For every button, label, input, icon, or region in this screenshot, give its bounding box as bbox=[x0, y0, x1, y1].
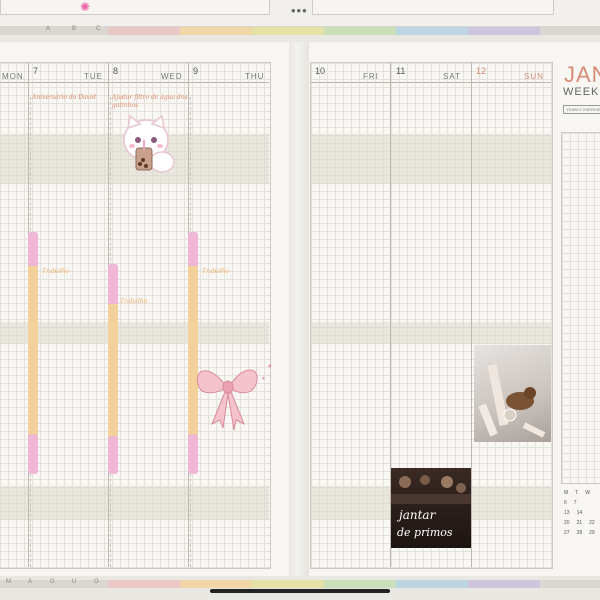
work-bar-cap-bottom-thu bbox=[188, 434, 198, 474]
dinner-photo-sticker[interactable]: jantar de primos bbox=[391, 468, 471, 548]
day-number-12: 12 bbox=[476, 66, 487, 76]
work-label-wed: Trabalho bbox=[120, 298, 148, 305]
day-name-sun: SUN bbox=[524, 72, 544, 81]
day-name-thu: THU bbox=[245, 72, 265, 81]
more-options-button[interactable]: ••• bbox=[291, 3, 308, 18]
work-bar-cap-top-tue bbox=[28, 232, 38, 268]
day-number-9: 9 bbox=[193, 66, 199, 76]
work-bar-cap-top-wed bbox=[108, 264, 118, 306]
day-number-11: 11 bbox=[396, 66, 406, 76]
sidebar-notes-grid[interactable] bbox=[561, 132, 600, 484]
work-bar-tue[interactable] bbox=[28, 266, 38, 436]
work-label-tue: Trabalho bbox=[42, 268, 70, 275]
cat-photo-sticker[interactable] bbox=[474, 345, 551, 442]
right-page: 10 FRI 11 SAT 12 SUN jantar de primos bbox=[309, 42, 600, 576]
binding-gutter bbox=[289, 42, 309, 576]
work-bar-cap-bottom-tue bbox=[28, 434, 38, 474]
planner-spread: MON 7 TUE 8 WED 9 THU Aniversário do Dav… bbox=[0, 42, 600, 576]
note-water-filter[interactable]: Ajudar filtro de água dos gatinhos bbox=[112, 94, 188, 110]
day-number-7: 7 bbox=[33, 66, 39, 76]
work-label-thu: Trabalho bbox=[202, 268, 230, 275]
svg-text:♥: ♥ bbox=[262, 376, 265, 382]
day-name-wed: WED bbox=[161, 72, 183, 81]
work-bar-cap-bottom-wed bbox=[108, 436, 118, 474]
day-name-tue: TUE bbox=[84, 72, 103, 81]
left-page: MON 7 TUE 8 WED 9 THU Aniversário do Dav… bbox=[0, 42, 289, 576]
home-indicator[interactable] bbox=[210, 589, 390, 593]
day-name-sat: SAT bbox=[443, 72, 461, 81]
top-toolbar: ✺ ••• bbox=[0, 0, 600, 27]
previous-page-edge-right bbox=[312, 0, 554, 15]
photo-caption-line1: jantar bbox=[399, 508, 436, 522]
pink-bow-sticker-icon[interactable]: ♥ ♥ ♡ bbox=[190, 354, 280, 436]
mini-calendar[interactable]: MTW 67 13 14 20 21 22 27 28 29 bbox=[564, 490, 595, 540]
weekly-label: WEEK bbox=[563, 86, 600, 98]
photo-caption-line2: de primos bbox=[397, 526, 453, 539]
kitten-boba-sticker-icon[interactable] bbox=[116, 114, 184, 176]
day-name-fri: FRI bbox=[363, 72, 379, 81]
yearly-overview-button[interactable]: YEARLY OVERVIEW bbox=[563, 105, 600, 114]
tab-strip-bottom[interactable]: M A G U O bbox=[0, 579, 600, 588]
flower-sticker-icon: ✺ bbox=[80, 0, 91, 14]
month-title: JAN bbox=[564, 62, 600, 87]
day-number-8: 8 bbox=[113, 66, 119, 76]
svg-text:♥: ♥ bbox=[268, 364, 272, 370]
day-number-10: 10 bbox=[315, 66, 326, 76]
svg-text:♡: ♡ bbox=[256, 368, 260, 373]
day-name-mon: MON bbox=[2, 72, 24, 81]
work-bar-wed[interactable] bbox=[108, 304, 118, 438]
previous-page-edge bbox=[0, 0, 270, 15]
tab-strip-top[interactable]: A B C bbox=[0, 26, 600, 35]
note-birthday[interactable]: Aniversário do David bbox=[32, 94, 98, 102]
work-bar-cap-top-thu bbox=[188, 232, 198, 268]
